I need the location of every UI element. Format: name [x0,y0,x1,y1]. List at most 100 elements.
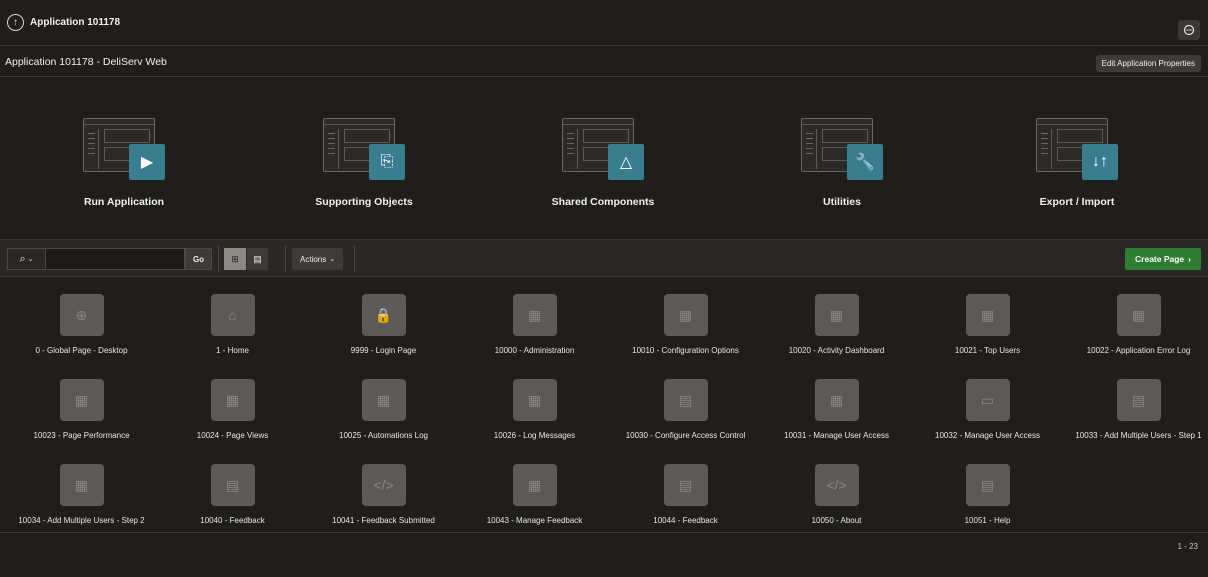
grid-cursor-icon: ▦ [361,379,406,421]
hero-illustration: ⎘ [323,118,405,180]
page-title: Application 101178 - DeliServ Web [5,55,167,68]
form-icon: ▤ [663,379,708,421]
table-view-icon: ▤ [253,253,262,264]
lock-icon: 🔒 [361,294,406,336]
grid-cursor-icon: ▦ [512,464,557,506]
grid-view-icon: ⊞ [231,253,239,264]
page-tile[interactable]: 🔒 9999 - Login Page [308,278,459,355]
wrench-icon: 🔧 [847,144,883,180]
hero-actions: ▶ Run Application ⎘ Supporting Objects △ Shar… [0,78,1208,238]
grid-icon: ▦ [59,464,104,506]
page-tile[interactable]: ▤ 10044 - Feedback [610,448,761,525]
page-tile[interactable]: ▦ 10031 - Manage User Access [761,363,912,440]
page-tile-label: 10025 - Automations Log [339,431,428,440]
view-toggle: ⊞ ▤ [224,248,268,270]
shapes-icon: △ [608,144,644,180]
globe-icon: ⊕ [59,294,104,336]
page-tile[interactable]: ▤ 10030 - Configure Access Control [610,363,761,440]
hero-item-up-down-arrows[interactable]: ↓↑ Export / Import [957,78,1197,208]
page-tile[interactable]: ⌂ 1 - Home [157,278,308,355]
page-tile-label: 10032 - Manage User Access [935,431,1040,440]
search-input[interactable] [45,248,185,270]
page-tile-label: 10044 - Feedback [653,516,718,525]
up-arrow-icon[interactable]: ↑ [7,14,24,31]
page-tile-label: 10030 - Configure Access Control [625,431,746,440]
form-icon: ▤ [965,464,1010,506]
app-breadcrumb-title[interactable]: Application 101178 [30,17,120,28]
edit-application-properties-button[interactable]: Edit Application Properties [1095,55,1201,72]
page-tile[interactable]: ▤ 10040 - Feedback [157,448,308,525]
divider [218,246,219,272]
report-view-button[interactable]: ▤ [246,248,268,270]
grid-cursor-icon: ▦ [663,294,708,336]
hero-illustration: 🔧 [801,118,883,180]
page-tile[interactable]: ▦ 10000 - Administration [459,278,610,355]
grid-icon: ▦ [814,294,859,336]
page-tile-label: 1 - Home [216,346,249,355]
page-tile[interactable]: ▦ 10010 - Configuration Options [610,278,761,355]
page-tile[interactable]: ▦ 10020 - Activity Dashboard [761,278,912,355]
hero-item-scroll[interactable]: ⎘ Supporting Objects [244,78,484,208]
hero-item-shapes[interactable]: △ Shared Components [483,78,723,208]
pages-grid: ⊕ 0 - Global Page - Desktop ⌂ 1 - Home 🔒 9999… [0,278,1208,532]
page-tile-label: 10023 - Page Performance [33,431,130,440]
hero-item-play[interactable]: ▶ Run Application [4,78,244,208]
top-bar: ↑ Application 101178 [0,0,1208,46]
hero-label: Export / Import [1039,196,1115,208]
grid-icon: ▦ [512,294,557,336]
page-tile-label: 0 - Global Page - Desktop [35,346,128,355]
divider [285,246,286,272]
divider [354,246,355,272]
search-icon: ⌕ [19,252,26,265]
form-icon: ▤ [1116,379,1161,421]
page-tile-label: 10021 - Top Users [954,346,1021,355]
page-tile[interactable]: ▦ 10025 - Automations Log [308,363,459,440]
page-tile-label: 10020 - Activity Dashboard [788,346,885,355]
page-tile-label: 10040 - Feedback [200,516,265,525]
feedback-icon [1183,24,1195,36]
page-tile[interactable]: ▦ 10022 - Application Error Log [1063,278,1208,355]
page-tile[interactable]: ▤ 10051 - Help [912,448,1063,525]
hero-label: Utilities [823,196,861,208]
hero-item-wrench[interactable]: 🔧 Utilities [722,78,962,208]
feedback-button[interactable] [1178,20,1200,40]
page-tile[interactable]: </> 10050 - About [761,448,912,525]
page-tile[interactable]: ▤ 10033 - Add Multiple Users - Step 1 [1063,363,1208,440]
page-tile[interactable]: ▭ 10032 - Manage User Access [912,363,1063,440]
create-page-label: Create Page [1135,254,1185,264]
pagination-footer: 1 - 23 [0,532,1208,560]
go-button[interactable]: Go [185,248,212,270]
page-tile[interactable]: ▦ 10024 - Page Views [157,363,308,440]
search-options-button[interactable]: ⌕ ⌄ [7,248,45,270]
up-down-arrows-icon: ↓↑ [1082,144,1118,180]
chevron-down-icon: ⌄ [329,256,336,263]
hero-illustration: ↓↑ [1036,118,1118,180]
page-tile-label: 9999 - Login Page [350,346,417,355]
page-tile-label: 10000 - Administration [494,346,575,355]
chevron-down-icon: ⌄ [27,256,34,263]
page-tile[interactable]: ▦ 10034 - Add Multiple Users - Step 2 [6,448,157,525]
play-icon: ▶ [129,144,165,180]
icons-view-button[interactable]: ⊞ [224,248,246,270]
page-tile[interactable]: </> 10041 - Feedback Submitted [308,448,459,525]
create-page-button[interactable]: Create Page › [1125,248,1201,270]
page-tile[interactable]: ▦ 10021 - Top Users [912,278,1063,355]
grid-cursor-icon: ▦ [1116,294,1161,336]
hero-illustration: △ [562,118,644,180]
page-tile-label: 10031 - Manage User Access [784,431,889,440]
search-bar: ⌕ ⌄ Go [7,248,212,270]
grid-cursor-icon: ▦ [814,379,859,421]
hero-label: Supporting Objects [315,196,413,208]
hero-label: Run Application [83,196,165,208]
page-tile[interactable]: ▦ 10023 - Page Performance [6,363,157,440]
page-tile-label: 10050 - About [811,516,862,525]
actions-menu-button[interactable]: Actions ⌄ [292,248,344,270]
grid-cursor-icon: ▦ [210,379,255,421]
page-tile-label: 10033 - Add Multiple Users - Step 1 [1075,431,1202,440]
page-header: Application 101178 - DeliServ Web Edit A… [0,47,1208,77]
page-tile[interactable]: ▦ 10026 - Log Messages [459,363,610,440]
page-tile[interactable]: ▦ 10043 - Manage Feedback [459,448,610,525]
page-tile[interactable]: ⊕ 0 - Global Page - Desktop [6,278,157,355]
page-tile-label: 10034 - Add Multiple Users - Step 2 [18,516,145,525]
window-icon: ▭ [965,379,1010,421]
